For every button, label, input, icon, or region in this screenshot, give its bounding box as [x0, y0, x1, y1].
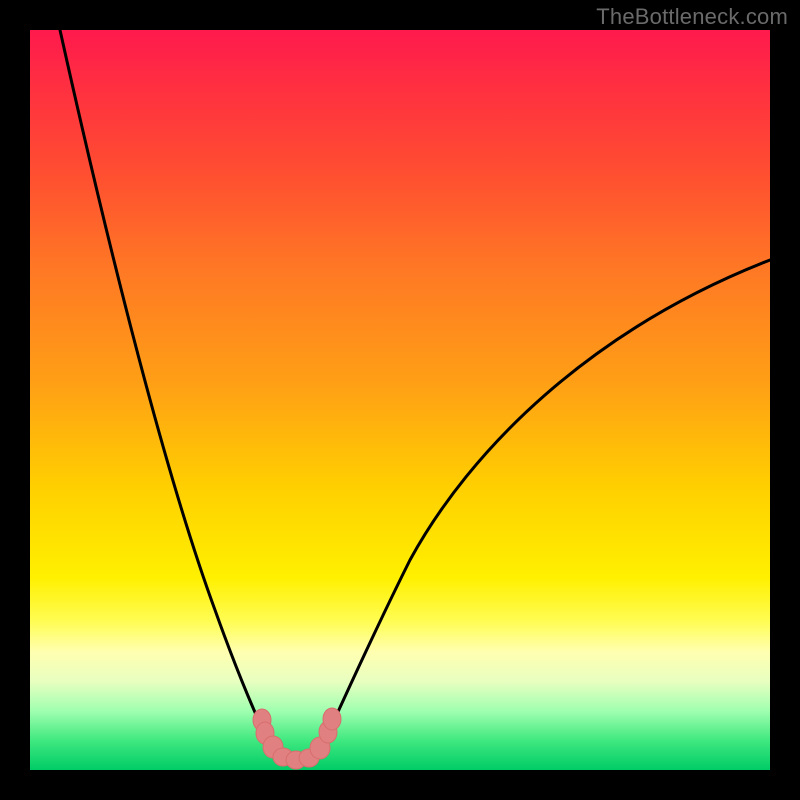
watermark-text: TheBottleneck.com	[596, 4, 788, 30]
chart-area	[30, 30, 770, 770]
